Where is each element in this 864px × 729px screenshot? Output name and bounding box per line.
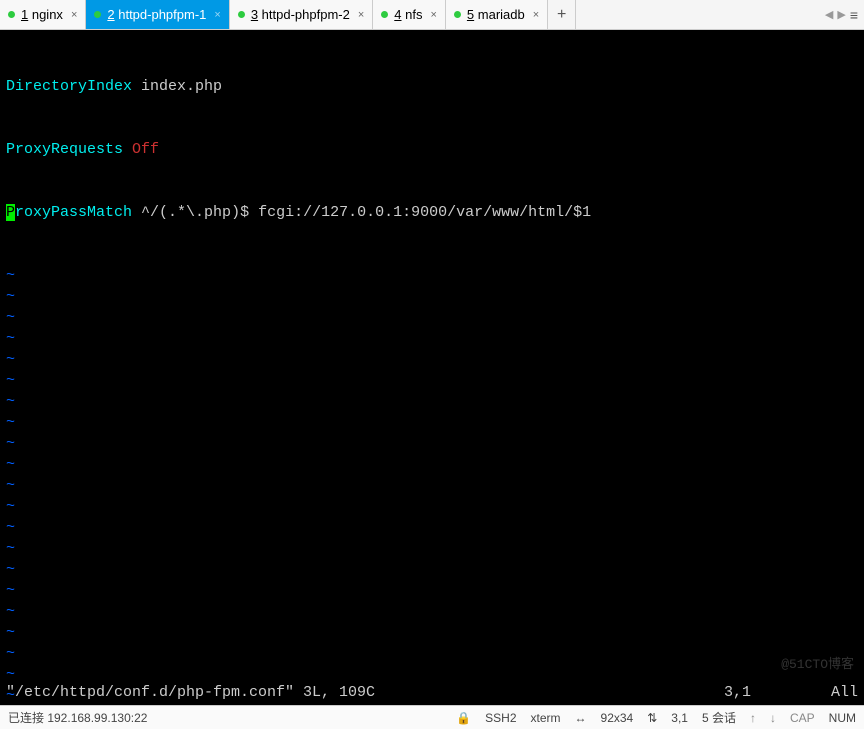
empty-line-marker: ~	[6, 370, 858, 391]
term-type: xterm	[531, 711, 561, 725]
empty-line-marker: ~	[6, 307, 858, 328]
connection-status: 已连接 192.168.99.130:22	[8, 709, 147, 726]
num-indicator: NUM	[829, 711, 856, 725]
empty-line-marker: ~	[6, 349, 858, 370]
code-line-1: DirectoryIndex index.php	[6, 76, 858, 97]
empty-line-marker: ~	[6, 580, 858, 601]
empty-line-marker: ~	[6, 643, 858, 664]
chevron-right-icon[interactable]: ▶	[837, 8, 845, 21]
arrows-icon: ⇅	[647, 711, 657, 725]
close-icon[interactable]: ×	[430, 9, 436, 21]
empty-line-marker: ~	[6, 328, 858, 349]
empty-line-marker: ~	[6, 601, 858, 622]
empty-line-marker: ~	[6, 412, 858, 433]
close-icon[interactable]: ×	[214, 9, 220, 21]
menu-icon[interactable]: ≡	[850, 7, 858, 23]
directive: DirectoryIndex	[6, 78, 132, 95]
close-icon[interactable]: ×	[533, 9, 539, 21]
cursor-pos: 3,1	[671, 711, 688, 725]
status-bar: 已连接 192.168.99.130:22 🔒 SSH2 xterm ↔ 92x…	[0, 705, 864, 729]
tab-mariadb[interactable]: 5 mariadb ×	[446, 0, 548, 29]
code-line-2: ProxyRequests Off	[6, 139, 858, 160]
add-tab-button[interactable]: +	[548, 0, 576, 29]
value: index.php	[132, 78, 222, 95]
empty-line-marker: ~	[6, 517, 858, 538]
file-info: "/etc/httpd/conf.d/php-fpm.conf" 3L, 109…	[6, 682, 375, 703]
empty-line-marker: ~	[6, 286, 858, 307]
term-size: 92x34	[601, 711, 634, 725]
tab-bar: 1 nginx×2 httpd-phpfpm-1×3 httpd-phpfpm-…	[0, 0, 864, 30]
close-icon[interactable]: ×	[71, 9, 77, 21]
tab-label: 3 httpd-phpfpm-2	[251, 7, 350, 22]
cursor-position: 3,1	[724, 682, 751, 703]
arrow-up-icon: ↑	[750, 711, 756, 725]
vim-status-line: "/etc/httpd/conf.d/php-fpm.conf" 3L, 109…	[6, 682, 858, 703]
value: Off	[132, 141, 159, 158]
tab-nav: ◀ ▶ ≡	[819, 0, 864, 29]
tab-nginx[interactable]: 1 nginx ×	[0, 0, 86, 29]
empty-line-marker: ~	[6, 265, 858, 286]
directive: ProxyRequests	[6, 141, 123, 158]
cursor: P	[6, 204, 15, 221]
chevron-left-icon[interactable]: ◀	[825, 8, 833, 21]
empty-line-marker: ~	[6, 496, 858, 517]
tab-label: 4 nfs	[394, 7, 422, 22]
tab-httpd-phpfpm-2[interactable]: 3 httpd-phpfpm-2 ×	[230, 0, 373, 29]
status-dot-icon	[381, 11, 388, 18]
empty-line-marker: ~	[6, 559, 858, 580]
directive: roxyPassMatch	[15, 204, 132, 221]
close-icon[interactable]: ×	[358, 9, 364, 21]
arrow-down-icon: ↓	[770, 711, 776, 725]
status-dot-icon	[454, 11, 461, 18]
empty-lines: ~~~~~~~~~~~~~~~~~~~~~~~~~~~~~	[6, 265, 858, 705]
empty-line-marker: ~	[6, 454, 858, 475]
session-count: 5 会话	[702, 709, 736, 726]
empty-line-marker: ~	[6, 538, 858, 559]
tab-nfs[interactable]: 4 nfs ×	[373, 0, 446, 29]
protocol: SSH2	[485, 711, 516, 725]
empty-line-marker: ~	[6, 622, 858, 643]
status-dot-icon	[238, 11, 245, 18]
tab-httpd-phpfpm-1[interactable]: 2 httpd-phpfpm-1 ×	[86, 0, 229, 29]
terminal-viewport[interactable]: DirectoryIndex index.php ProxyRequests O…	[0, 30, 864, 705]
tab-label: 2 httpd-phpfpm-1	[107, 7, 206, 22]
lock-icon: 🔒	[456, 711, 471, 725]
tab-label: 5 mariadb	[467, 7, 525, 22]
status-dot-icon	[94, 11, 101, 18]
empty-line-marker: ~	[6, 475, 858, 496]
code-line-3: ProxyPassMatch ^/(.*\.php)$ fcgi://127.0…	[6, 202, 858, 223]
empty-line-marker: ~	[6, 433, 858, 454]
value: ^/(.*\.php)$ fcgi://127.0.0.1:9000/var/w…	[132, 204, 591, 221]
tab-label: 1 nginx	[21, 7, 63, 22]
cap-indicator: CAP	[790, 711, 815, 725]
empty-line-marker: ~	[6, 391, 858, 412]
scroll-indicator: All	[831, 682, 858, 703]
resize-icon: ↔	[575, 711, 587, 725]
status-dot-icon	[8, 11, 15, 18]
